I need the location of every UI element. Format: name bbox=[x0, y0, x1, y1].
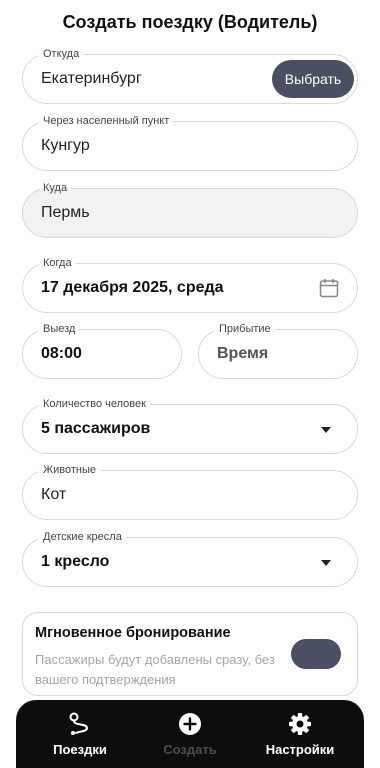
instant-booking-toggle[interactable] bbox=[291, 639, 341, 669]
departure-label: Выезд bbox=[39, 322, 80, 336]
date-label: Когда bbox=[39, 256, 76, 270]
via-value: Кунгур bbox=[41, 137, 90, 154]
instant-booking-description: Пассажиры будут добавлены сразу, без ваш… bbox=[35, 652, 275, 687]
nav-item-trips[interactable]: Поездки bbox=[30, 712, 130, 757]
child-seats-select[interactable]: Детские кресла 1 кресло bbox=[22, 530, 358, 587]
to-label: Куда bbox=[39, 181, 72, 195]
nav-label-trips: Поездки bbox=[53, 742, 107, 757]
passenger-count-value: 5 пассажиров bbox=[41, 420, 151, 437]
instant-booking-title: Мгновенное бронирование bbox=[35, 625, 231, 641]
chevron-down-icon bbox=[321, 560, 331, 566]
departure-time-field[interactable]: Выезд 08:00 bbox=[22, 322, 182, 379]
arrival-value: Время bbox=[217, 345, 269, 362]
child-seats-value: 1 кресло bbox=[41, 553, 110, 570]
calendar-icon[interactable] bbox=[319, 278, 339, 298]
departure-value: 08:00 bbox=[41, 345, 82, 362]
nav-label-create: Создать bbox=[163, 742, 217, 757]
nav-item-settings[interactable]: Настройки bbox=[250, 712, 350, 757]
route-icon bbox=[69, 712, 89, 735]
passenger-count-label: Количество человек bbox=[39, 397, 150, 411]
to-field[interactable]: Куда Пермь bbox=[22, 181, 358, 238]
nav-item-create[interactable]: Создать bbox=[140, 712, 240, 757]
from-value: Екатеринбург bbox=[41, 70, 142, 87]
bottom-navigation: Поездки Создать Настройки bbox=[16, 700, 364, 768]
instant-booking-card: Мгновенное бронирование Пассажиры будут … bbox=[22, 612, 358, 696]
from-field[interactable]: Откуда Екатеринбург Выбрать bbox=[22, 47, 358, 104]
from-label: Откуда bbox=[39, 47, 84, 61]
via-label: Через населенный пункт bbox=[39, 114, 174, 128]
animals-value: Кот bbox=[41, 486, 67, 503]
select-location-button[interactable]: Выбрать bbox=[272, 60, 354, 98]
date-value: 17 декабря 2025, среда bbox=[41, 279, 224, 296]
arrival-label: Прибытие bbox=[215, 322, 275, 336]
plus-circle-icon bbox=[179, 713, 201, 735]
nav-label-settings: Настройки bbox=[265, 742, 335, 757]
passenger-count-select[interactable]: Количество человек 5 пассажиров bbox=[22, 397, 358, 454]
child-seats-label: Детские кресла bbox=[39, 530, 126, 544]
chevron-down-icon bbox=[321, 427, 331, 433]
animals-field[interactable]: Животные Кот bbox=[22, 463, 358, 520]
arrival-time-field[interactable]: Прибытие Время bbox=[198, 322, 358, 379]
via-field[interactable]: Через населенный пункт Кунгур bbox=[22, 114, 358, 171]
animals-label: Животные bbox=[39, 463, 101, 477]
gear-icon bbox=[289, 713, 311, 735]
to-value: Пермь bbox=[41, 204, 90, 221]
date-field[interactable]: Когда 17 декабря 2025, среда bbox=[22, 256, 358, 313]
page-title: Создать поездку (Водитель) bbox=[62, 12, 318, 32]
